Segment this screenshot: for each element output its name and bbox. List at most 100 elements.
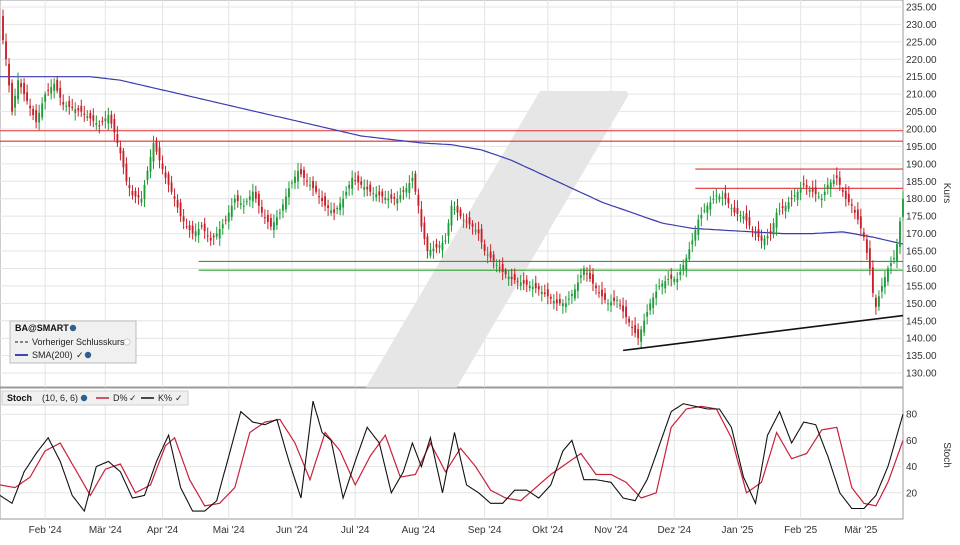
candle-body	[748, 217, 751, 226]
candle-body	[784, 205, 787, 212]
candle-body	[173, 196, 176, 199]
candle-body	[170, 182, 173, 192]
candle-body	[122, 150, 125, 168]
candle-body	[95, 123, 98, 125]
x-tick-label: Mär '24	[89, 525, 122, 536]
candle-body	[561, 303, 564, 307]
y-tick-label: 20	[906, 488, 918, 499]
candle-body	[766, 235, 769, 239]
candle-body	[489, 251, 492, 258]
candle-body	[510, 276, 513, 279]
candle-body	[224, 219, 227, 221]
candle-body	[730, 208, 733, 210]
candle-body	[742, 216, 745, 220]
candle-body	[396, 198, 399, 204]
x-tick-label: Sep '24	[468, 525, 502, 536]
candle-body	[790, 198, 793, 200]
candle-body	[733, 207, 736, 213]
candle-body	[862, 232, 865, 238]
candle-body	[727, 198, 730, 204]
candle-body	[315, 185, 317, 192]
x-tick-label: Jan '25	[721, 525, 753, 536]
candle-body	[796, 191, 799, 200]
candle-body	[146, 170, 149, 180]
candle-body	[519, 282, 522, 286]
candle-body	[552, 301, 555, 304]
candle-body	[333, 209, 336, 213]
candle-body	[2, 16, 4, 41]
candle-body	[438, 245, 441, 248]
candle-body	[149, 156, 152, 172]
candle-body	[887, 268, 889, 282]
candle-body	[598, 292, 600, 294]
y-tick-label: 60	[906, 436, 918, 447]
x-tick-label: Apr '24	[147, 525, 179, 536]
checkmark-icon[interactable]: ✓	[175, 393, 183, 403]
candle-body	[116, 134, 119, 143]
candle-body	[248, 196, 251, 200]
candle-body	[176, 199, 179, 208]
candle-body	[721, 197, 724, 199]
candle-body	[351, 177, 354, 189]
candle-body	[435, 243, 438, 248]
candle-body	[92, 115, 95, 121]
candle-body	[700, 215, 703, 219]
candle-body	[685, 258, 688, 270]
legend-symbol: BA@SMART	[15, 323, 69, 333]
candle-body	[540, 291, 543, 295]
candle-body	[89, 112, 92, 119]
candle-body	[342, 198, 345, 208]
legend-toggle-off-icon[interactable]	[123, 338, 131, 346]
candle-body	[814, 187, 817, 195]
candle-body	[688, 249, 691, 260]
candle-body	[486, 254, 489, 256]
candle-body	[471, 223, 474, 227]
candle-body	[811, 187, 814, 192]
x-tick-label: Nov '24	[594, 525, 628, 536]
stoch-legend: Stoch (10, 6, 6) D% ✓ K% ✓	[1, 390, 189, 406]
x-tick-label: Feb '24	[29, 525, 62, 536]
globe-icon[interactable]	[84, 351, 92, 359]
candle-body	[718, 196, 721, 200]
checkmark-icon[interactable]: ✓	[76, 350, 84, 360]
x-tick-label: Jul '24	[341, 525, 370, 536]
candle-body	[847, 194, 850, 203]
x-tick-label: Okt '24	[532, 525, 564, 536]
candle-body	[107, 115, 110, 124]
candle-body	[579, 275, 582, 278]
candle-body	[125, 163, 128, 182]
y-tick-label: 215.00	[906, 72, 937, 83]
stoch-panel: 20 40 60 80 Stoch Stoch (10, 6, 6) D% ✓ K% …	[0, 387, 952, 520]
candle-body	[294, 176, 296, 183]
candle-body	[492, 254, 495, 262]
y-tick-label: 165.00	[906, 247, 937, 258]
candle-body	[613, 297, 615, 301]
candle-body	[576, 282, 579, 291]
checkmark-icon[interactable]: ✓	[129, 393, 137, 403]
candle-body	[134, 190, 137, 197]
candle-body	[158, 147, 161, 161]
globe-icon[interactable]	[80, 394, 88, 402]
candle-body	[83, 113, 86, 115]
candle-body	[513, 274, 516, 281]
x-tick-label: Aug '24	[402, 525, 436, 536]
candle-body	[884, 277, 886, 288]
candle-body	[197, 228, 200, 236]
x-tick-label: Dez '24	[657, 525, 691, 536]
candle-body	[890, 263, 892, 266]
candle-body	[546, 289, 549, 297]
y-tick-label: 180.00	[906, 194, 937, 205]
candle-body	[622, 305, 625, 312]
candle-body	[327, 205, 330, 209]
candle-body	[534, 282, 537, 289]
candle-body	[321, 197, 324, 202]
candle-body	[239, 203, 242, 205]
candle-body	[760, 235, 763, 241]
candle-body	[429, 249, 432, 256]
candle-body	[694, 230, 697, 241]
y-tick-label: 170.00	[906, 229, 937, 240]
candle-body	[462, 219, 465, 221]
globe-icon[interactable]	[69, 324, 77, 332]
candle-body	[802, 183, 805, 185]
candle-body	[724, 192, 727, 199]
